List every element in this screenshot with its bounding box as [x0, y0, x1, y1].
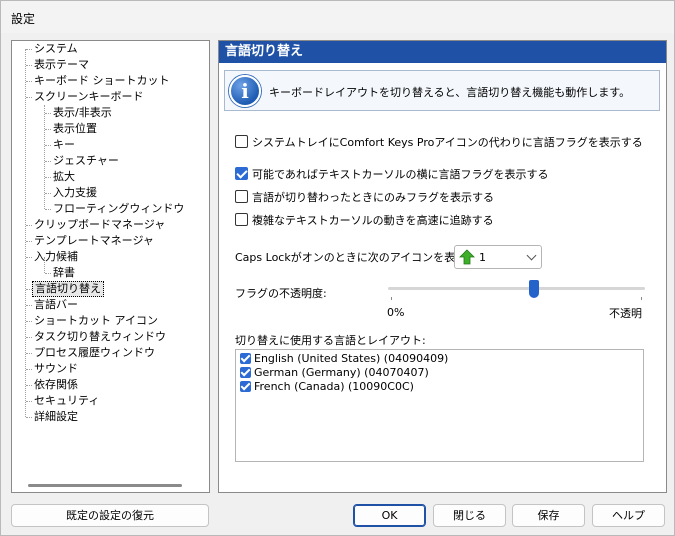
language-checkbox[interactable]: [240, 381, 251, 392]
opacity-label: フラグの不透明度:: [235, 287, 327, 300]
languages-label: 切り替えに使用する言語とレイアウト:: [235, 334, 426, 347]
tree-item-position[interactable]: 表示位置: [51, 121, 99, 137]
tree-item-sound[interactable]: サウンド: [32, 361, 80, 377]
ok-button[interactable]: OK: [353, 504, 426, 527]
save-button[interactable]: 保存: [512, 504, 585, 527]
tree-item-template-manager[interactable]: テンプレートマネージャ: [32, 233, 156, 249]
caps-lock-icon-value: 1: [479, 251, 486, 264]
tree-item-clipboard-manager[interactable]: クリップボードマネージャ: [32, 217, 167, 233]
tree-connector: [25, 49, 26, 417]
window-title: 設定: [11, 12, 36, 26]
settings-window: 設定 システム 表示テーマ キーボード ショートカット スクリーンキーボード 表…: [0, 0, 675, 536]
option-flag-on-switch-checkbox[interactable]: [235, 190, 248, 203]
opacity-slider-track[interactable]: [388, 287, 645, 290]
tree-item-dictionary[interactable]: 辞書: [51, 265, 77, 281]
tree-item-task-switcher[interactable]: タスク切り替えウィンドウ: [32, 329, 168, 345]
settings-tree[interactable]: システム 表示テーマ キーボード ショートカット スクリーンキーボード 表示/非…: [11, 40, 210, 493]
language-checkbox[interactable]: [240, 353, 251, 364]
option-flag-on-switch-label: 言語が切り替わったときにのみフラグを表示する: [252, 191, 494, 204]
tree-item-process-history[interactable]: プロセス履歴ウィンドウ: [32, 345, 157, 361]
caps-lock-icon-select[interactable]: 1: [454, 245, 542, 269]
chevron-down-icon: [526, 250, 537, 261]
tree-item-floating-window[interactable]: フローティングウィンドウ: [51, 201, 186, 217]
info-text: キーボードレイアウトを切り替えると、言語切り替え機能も動作します。: [269, 86, 631, 99]
caps-lock-label: Caps Lockがオンのときに次のアイコンを表示:: [235, 251, 470, 264]
help-button[interactable]: ヘルプ: [592, 504, 665, 527]
info-icon: i: [229, 75, 261, 107]
tree-item-input-assist[interactable]: 入力支援: [51, 185, 99, 201]
language-label: German (Germany) (04070407): [254, 366, 429, 379]
tree-item-zoom[interactable]: 拡大: [51, 169, 77, 185]
tree-item-gestures[interactable]: ジェスチャー: [51, 153, 121, 169]
opacity-max-label: 不透明: [609, 307, 642, 320]
option-fast-tracking-checkbox[interactable]: [235, 213, 248, 226]
tree-item-shortcuts[interactable]: キーボード ショートカット: [32, 73, 172, 89]
languages-list[interactable]: English (United States) (04090409) Germa…: [235, 349, 644, 462]
tree-item-shortcut-icon[interactable]: ショートカット アイコン: [32, 313, 160, 329]
slider-tick: [391, 297, 392, 300]
tree-item-suggestions[interactable]: 入力候補: [32, 249, 80, 265]
option-cursor-flag-checkbox[interactable]: [235, 167, 248, 180]
tree-item-show-hide[interactable]: 表示/非表示: [51, 105, 114, 121]
language-switch-panel: 言語切り替え i キーボードレイアウトを切り替えると、言語切り替え機能も動作しま…: [218, 40, 667, 493]
close-button[interactable]: 閉じる: [433, 504, 506, 527]
tree-item-language-switch[interactable]: 言語切り替え: [32, 281, 104, 297]
tree-item-keys[interactable]: キー: [51, 137, 77, 153]
tree-item-system[interactable]: システム: [32, 41, 80, 57]
tree-item-advanced[interactable]: 詳細設定: [32, 409, 80, 425]
language-label: English (United States) (04090409): [254, 352, 449, 365]
title-bar: 設定: [1, 1, 674, 33]
option-tray-flag-label: システムトレイにComfort Keys Proアイコンの代わりに言語フラグを表…: [252, 136, 643, 149]
restore-defaults-button[interactable]: 既定の設定の復元: [11, 504, 209, 527]
option-tray-flag-checkbox[interactable]: [235, 135, 248, 148]
option-fast-tracking-label: 複雑なテキストカーソルの動きを高速に追跡する: [252, 214, 494, 227]
tree-horizontal-scrollbar[interactable]: [28, 484, 182, 487]
tree-item-language-bar[interactable]: 言語バー: [32, 297, 80, 313]
slider-tick: [641, 297, 642, 300]
option-cursor-flag-label: 可能であればテキストカーソルの横に言語フラグを表示する: [252, 168, 549, 181]
tree-item-dependencies[interactable]: 依存関係: [32, 377, 80, 393]
language-checkbox[interactable]: [240, 367, 251, 378]
tree-item-onscreen-keyboard[interactable]: スクリーンキーボード: [32, 89, 145, 105]
info-box: i キーボードレイアウトを切り替えると、言語切り替え機能も動作します。: [224, 70, 660, 111]
tree-item-theme[interactable]: 表示テーマ: [32, 57, 91, 73]
opacity-min-label: 0%: [387, 306, 405, 319]
opacity-slider-thumb[interactable]: [528, 280, 539, 298]
language-label: French (Canada) (10090C0C): [254, 380, 414, 393]
green-up-arrow-icon: [459, 249, 475, 265]
panel-title: 言語切り替え: [219, 41, 666, 63]
tree-item-security[interactable]: セキュリティ: [32, 393, 101, 409]
